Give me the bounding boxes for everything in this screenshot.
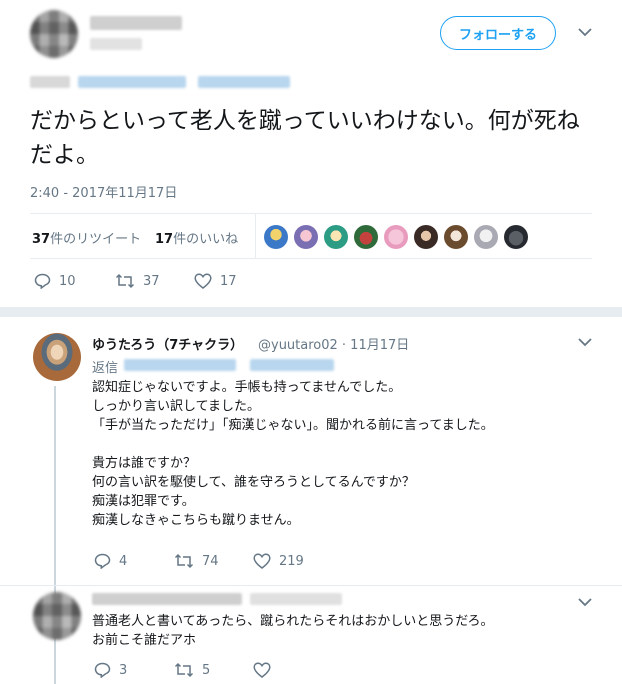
like-action[interactable] [253, 662, 279, 678]
heart-icon [194, 273, 212, 289]
reply-count: 3 [119, 662, 128, 678]
reply-author-handle[interactable] [250, 593, 342, 605]
liker-avatar[interactable] [264, 225, 288, 249]
reply-count: 4 [119, 553, 128, 569]
reply-to-label: 返信 [92, 361, 119, 376]
tweet-stats: 37件のリツイート 17件のいいね [30, 213, 592, 259]
follow-button-label: フォローする [458, 27, 537, 43]
reply-text: 認知症じゃないですよ。手帳も持ってませんでした。 しっかり言い訳してました。 「… [92, 380, 494, 528]
heart-icon [253, 553, 271, 569]
author-avatar[interactable] [30, 10, 78, 58]
author-name[interactable] [90, 16, 182, 30]
reply-context [30, 76, 70, 88]
retweet-count: 74 [202, 553, 219, 569]
chevron-down-icon[interactable] [578, 26, 592, 40]
reply-author-name[interactable] [92, 593, 242, 605]
retweet-icon [174, 553, 194, 569]
follow-button[interactable]: フォローする [440, 16, 556, 50]
reply-text: 普通老人と書いてあったら、蹴られたらそれはおかしいと思うだろ。 お前こそ誰だアホ [92, 614, 494, 648]
like-stat-count: 17 [155, 232, 174, 247]
reply-count: 10 [59, 273, 76, 289]
tweet-timestamp[interactable]: 2:40 - 2017年11月17日 [30, 182, 177, 201]
heart-icon [253, 662, 271, 678]
retweet-count: 5 [202, 662, 211, 678]
reply-context-link[interactable] [198, 76, 290, 88]
reply-author-handle[interactable]: @yuutaro02 · 11月17日 [258, 334, 409, 353]
liker-avatar[interactable] [504, 225, 528, 249]
like-stat-label: 件のいいね [173, 232, 239, 247]
retweet-icon [115, 273, 135, 289]
reply-icon [34, 273, 51, 289]
like-action[interactable]: 219 [253, 553, 304, 569]
reply-to-link[interactable] [124, 359, 236, 371]
reply-icon [94, 662, 111, 678]
liker-avatar[interactable] [384, 225, 408, 249]
reply-action[interactable]: 10 [34, 273, 76, 289]
retweet-stat-count: 37 [32, 232, 51, 247]
like-action[interactable]: 17 [194, 273, 237, 289]
section-separator [0, 307, 622, 317]
retweet-count: 37 [143, 273, 160, 289]
reply-action[interactable]: 4 [94, 553, 127, 569]
chevron-down-icon[interactable] [578, 596, 592, 610]
reply-divider [0, 585, 622, 586]
liker-avatar[interactable] [324, 225, 348, 249]
reply-context-link[interactable] [78, 76, 186, 88]
liker-avatar[interactable] [414, 225, 438, 249]
liker-avatar[interactable] [354, 225, 378, 249]
reply-action[interactable]: 3 [94, 662, 127, 678]
tweet-text: だからといって老人を蹴っていいわけない。何が死ねだよ。 [30, 108, 580, 168]
like-stat[interactable]: 17件のいいね [155, 228, 238, 247]
liker-avatar[interactable] [474, 225, 498, 249]
reply-icon [94, 553, 111, 569]
reply-author-name[interactable]: ゆうたろう（7チャクラ） [92, 334, 243, 353]
chevron-down-icon[interactable] [578, 336, 592, 350]
liker-avatar[interactable] [444, 225, 468, 249]
retweet-action[interactable]: 74 [174, 553, 219, 569]
retweet-stat-label: 件のリツイート [50, 232, 142, 247]
retweet-stat[interactable]: 37件のリツイート [32, 228, 141, 247]
like-count: 17 [220, 273, 237, 289]
retweet-action[interactable]: 37 [115, 273, 160, 289]
author-handle[interactable] [90, 38, 142, 50]
reply-avatar[interactable] [33, 592, 81, 640]
retweet-action[interactable]: 5 [174, 662, 210, 678]
retweet-icon [174, 662, 194, 678]
reply-to-link[interactable] [250, 359, 334, 371]
liker-avatar[interactable] [294, 225, 318, 249]
reply-avatar[interactable] [33, 333, 81, 381]
stats-divider [255, 214, 256, 258]
like-count: 219 [279, 553, 304, 569]
